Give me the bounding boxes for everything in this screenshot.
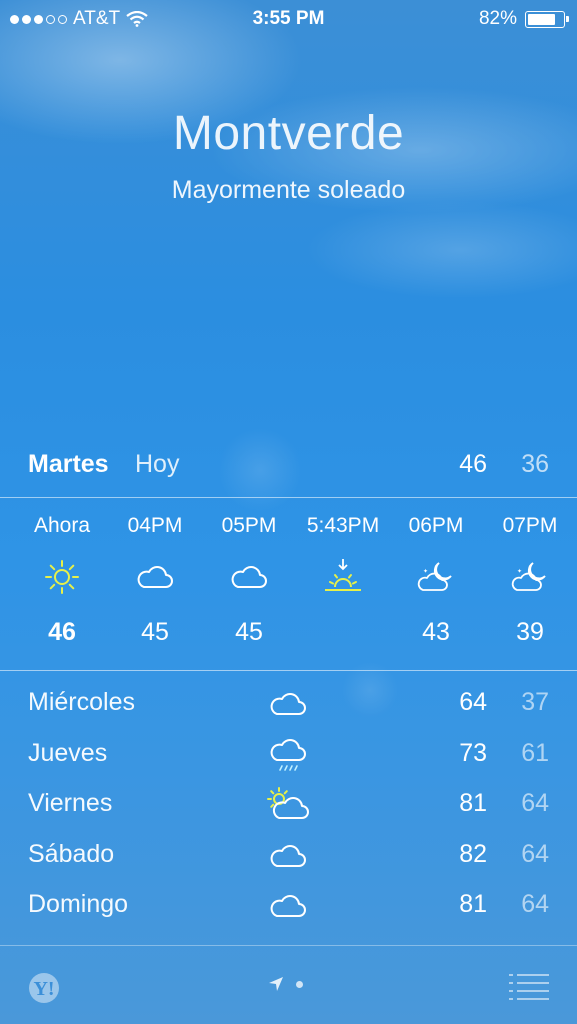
location-arrow-icon [269,977,283,991]
page-indicator[interactable] [268,976,303,992]
divider-middle [0,670,577,671]
hour-time: 5:43PM [306,514,380,537]
hour-item: 06PM ✦ 43 [389,514,483,648]
battery-icon [525,10,569,28]
today-summary: Martes Hoy 46 36 [28,450,549,482]
list-icon [509,974,549,1000]
hour-temp: 46 [48,618,76,646]
daily-forecast[interactable]: Miércoles 64 37 Jueves 73 61 Viernes 81 … [28,688,549,941]
daily-low: 64 [521,789,549,817]
daily-row: Domingo 81 64 [28,890,549,941]
cloud-drizzle-icon [263,735,313,775]
page-dot [296,980,303,988]
cloud-icon [263,836,313,876]
hour-item: 05PM 45 [202,514,296,648]
hour-time: 04PM [127,514,183,537]
bottom-bar: Y! [0,946,577,1024]
hour-item: Ahora 46 [15,514,109,648]
hourly-forecast[interactable]: Ahora 46 04PM 45 05PM 45 5:43PM 06PM ✦ 4… [0,514,577,654]
hour-time: 06PM [408,514,464,537]
daily-low: 64 [521,890,549,918]
divider-top [0,497,577,498]
today-day: Martes [28,450,109,478]
hour-item: 5:43PM [296,514,390,648]
weather-condition: Mayormente soleado [171,176,406,204]
daily-day: Sábado [28,839,115,868]
svg-text:✦: ✦ [517,568,522,575]
cloud-icon [263,886,313,926]
hour-temp: 45 [141,618,169,646]
cloud-icon [263,684,313,724]
hour-time: 07PM [502,514,558,537]
hour-temp: 45 [235,618,263,646]
hour-time: 05PM [221,514,277,537]
hour-temp: 39 [516,618,544,646]
cloud-icon [108,552,202,602]
today-low: 36 [521,450,549,478]
city-list-button[interactable] [509,972,549,1005]
partly-cloudy-night-icon: ✦ [483,552,577,602]
yahoo-logo-text: Y! [33,978,54,1000]
status-bar: AT&T 3:55 PM 82% [0,0,577,38]
daily-low: 61 [521,738,549,767]
today-label: Hoy [135,450,180,478]
daily-high: 82 [459,839,487,868]
daily-high: 81 [459,890,487,918]
battery-info: 82% [478,8,569,30]
daily-low: 64 [521,839,549,868]
daily-high: 81 [459,789,487,817]
today-high: 46 [459,450,487,478]
partly-sunny-icon [263,785,313,825]
hour-temp [296,618,390,648]
sun-icon [15,552,109,602]
svg-text:✦: ✦ [423,568,428,575]
hour-time: Ahora [33,514,91,537]
yahoo-logo-button[interactable]: Y! [28,972,80,1009]
hour-temp: 43 [422,618,450,646]
daily-row: Sábado 82 64 [28,840,549,891]
partly-cloudy-night-icon: ✦ [389,552,483,602]
hour-item: 04PM 45 [108,514,202,648]
daily-day: Viernes [28,789,113,817]
daily-day: Domingo [28,890,129,918]
current-temperature: 46° [0,206,577,367]
daily-high: 73 [459,738,487,767]
daily-day: Miércoles [28,688,135,716]
daily-low: 37 [521,688,549,716]
battery-percent: 82% [478,8,517,29]
daily-row: Viernes 81 64 [28,787,549,840]
hour-item: 07PM ✦ 39 [483,514,577,648]
daily-row: Jueves 73 61 [28,739,549,790]
daily-high: 64 [459,688,487,716]
daily-row: Miércoles 64 37 [28,688,549,739]
current-temperature-value: 46 [175,202,342,370]
city-name: Montverde [172,107,405,160]
daily-day: Jueves [28,738,108,767]
cloud-icon [202,552,296,602]
sunset-icon [296,552,390,602]
degree-symbol: ° [342,202,402,370]
